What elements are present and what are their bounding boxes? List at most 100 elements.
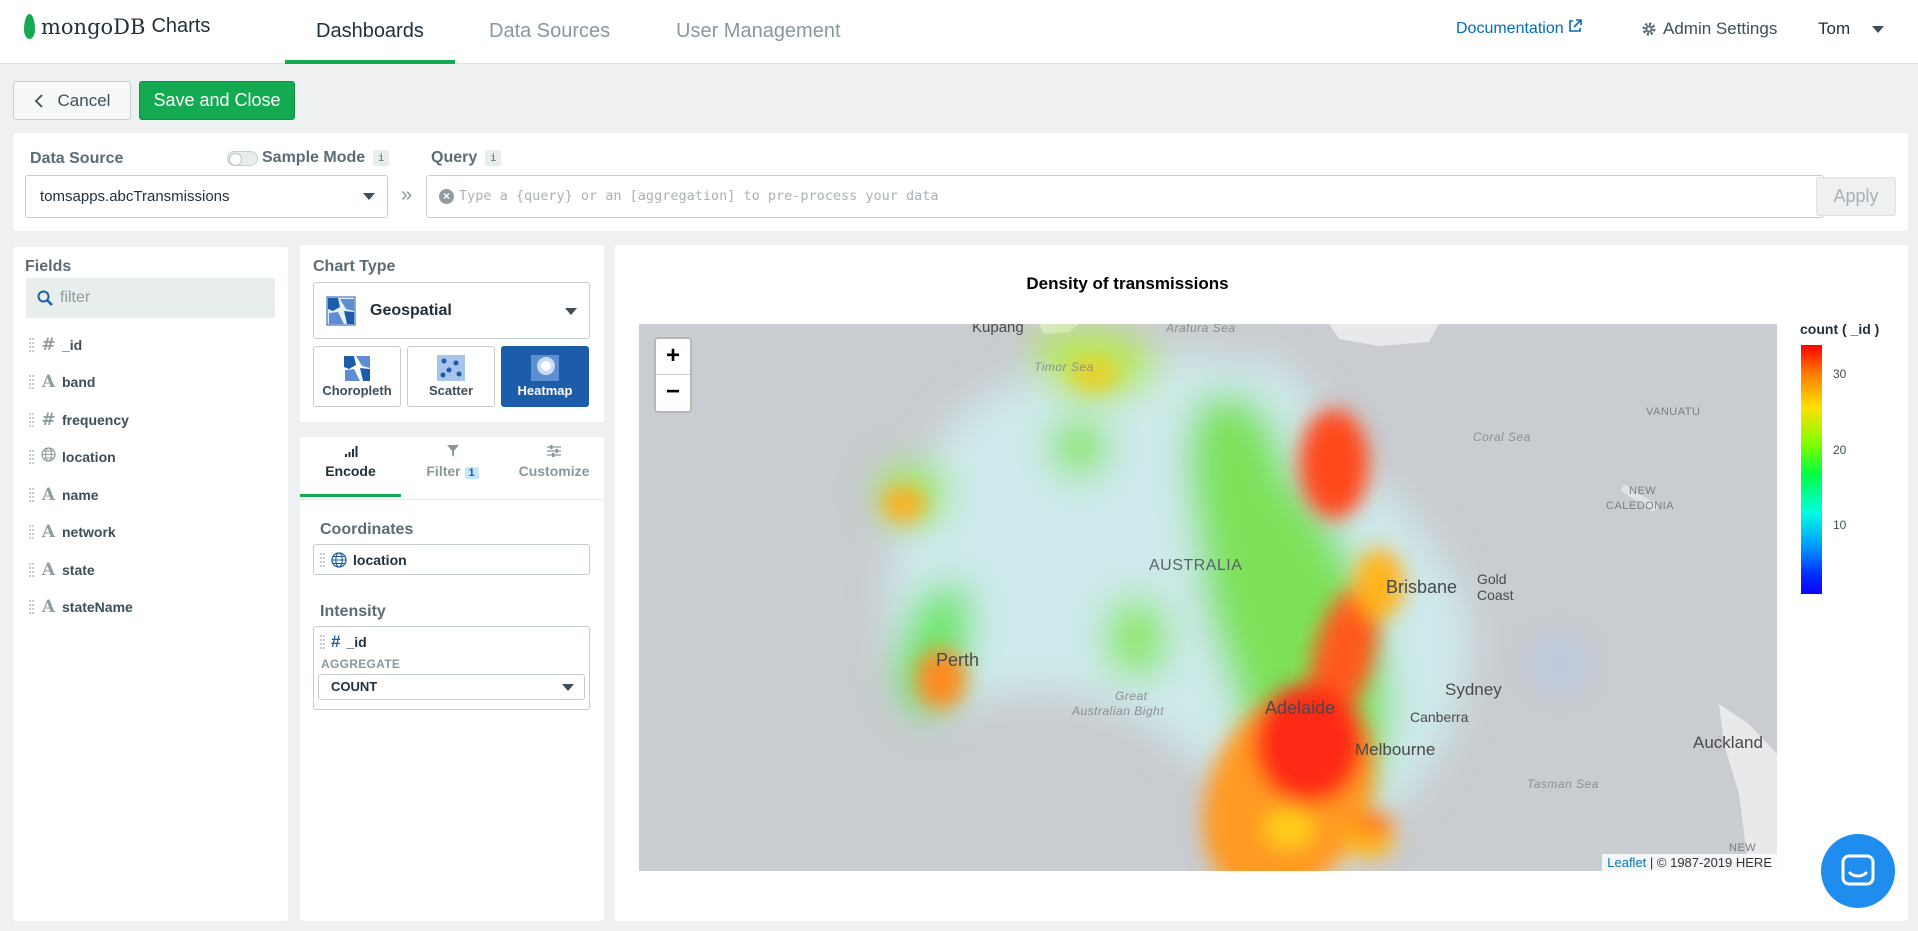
- heatmap-map[interactable]: Kupang Arafura Sea Timor Sea Coral Sea V…: [639, 324, 1777, 871]
- drag-handle-icon[interactable]: [29, 450, 34, 464]
- coordinates-label: Coordinates: [320, 521, 414, 538]
- drag-handle-icon[interactable]: [29, 563, 34, 577]
- aggregate-value: COUNT: [331, 679, 378, 694]
- map-label-brisbane: Brisbane: [1386, 577, 1458, 597]
- customize-label: Customize: [518, 463, 590, 479]
- intensity-channel[interactable]: # _id AGGREGATE COUNT: [313, 626, 590, 710]
- field-item[interactable]: Astate: [29, 559, 95, 581]
- drag-handle-icon[interactable]: [29, 413, 34, 427]
- drag-handle-icon[interactable]: [29, 600, 34, 614]
- documentation-link[interactable]: Documentation: [1456, 19, 1582, 38]
- map-label-australia: AUSTRALIA: [1149, 557, 1243, 574]
- encode-label: Encode: [325, 463, 376, 479]
- drag-handle-icon[interactable]: [29, 375, 34, 389]
- field-name: stateName: [62, 599, 133, 615]
- field-name: _id: [62, 337, 83, 353]
- drag-handle-icon[interactable]: [320, 552, 325, 567]
- field-name: network: [62, 524, 116, 540]
- attribution-text: | © 1987-2019 HERE: [1646, 855, 1772, 870]
- tab-dashboards[interactable]: Dashboards: [285, 0, 455, 64]
- documentation-label: Documentation: [1456, 20, 1564, 37]
- chat-icon: [1841, 854, 1875, 886]
- chat-launcher-button[interactable]: [1821, 834, 1895, 908]
- field-item[interactable]: # frequency: [29, 409, 129, 431]
- drag-handle-icon[interactable]: [29, 338, 34, 352]
- tab-user-management[interactable]: User Management: [645, 0, 872, 64]
- zoom-out-button[interactable]: −: [656, 375, 690, 411]
- field-item[interactable]: AstateName: [29, 596, 133, 618]
- legend-tick: 10: [1833, 518, 1847, 532]
- funnel-icon: [405, 445, 500, 463]
- drag-handle-icon[interactable]: [29, 525, 34, 539]
- sliders-icon: [504, 445, 604, 463]
- chevron-left-icon: [34, 93, 43, 108]
- field-item[interactable]: Aband: [29, 371, 95, 393]
- chart-type-select[interactable]: Geospatial: [313, 282, 590, 339]
- coordinates-field: location: [353, 551, 407, 568]
- tab-customize[interactable]: Customize: [504, 445, 604, 497]
- clear-query-icon[interactable]: ×: [439, 189, 454, 204]
- data-source-select[interactable]: tomsapps.abcTransmissions: [25, 175, 388, 218]
- apply-button[interactable]: Apply: [1816, 177, 1896, 216]
- field-item[interactable]: Aname: [29, 484, 99, 506]
- map-label-perth: Perth: [936, 650, 980, 670]
- chart-preview: Density of transmissions Kupang Arafura …: [615, 245, 1908, 921]
- scatter-button[interactable]: Scatter: [407, 346, 495, 407]
- tab-data-sources[interactable]: Data Sources: [458, 0, 641, 64]
- filter-placeholder: filter: [60, 289, 91, 306]
- number-type-icon: #: [331, 632, 341, 651]
- admin-settings-label: Admin Settings: [1663, 19, 1778, 38]
- cancel-button[interactable]: Cancel: [13, 81, 131, 120]
- drag-handle-icon[interactable]: [320, 635, 325, 649]
- gear-icon: [1642, 22, 1656, 36]
- choropleth-button[interactable]: Choropleth: [313, 346, 401, 407]
- sample-mode-toggle[interactable]: [227, 150, 258, 166]
- aggregate-select[interactable]: COUNT: [318, 674, 585, 700]
- field-item[interactable]: location: [29, 446, 116, 468]
- number-type-icon: #: [41, 335, 56, 355]
- query-input[interactable]: × Type a {query} or an [aggregation] to …: [426, 175, 1824, 218]
- data-source-panel: Data Source Sample Mode i Query i tomsap…: [13, 133, 1908, 231]
- chart-type-value: Geospatial: [370, 301, 452, 319]
- field-filter-input[interactable]: filter: [26, 278, 275, 318]
- mongodb-charts-logo[interactable]: mongoDB Charts: [24, 14, 210, 39]
- coordinates-channel[interactable]: location: [313, 544, 590, 575]
- tab-encode[interactable]: Encode: [300, 445, 401, 497]
- caret-down-icon: [565, 308, 577, 315]
- globe-icon: [331, 551, 347, 568]
- admin-settings-button[interactable]: Admin Settings: [1641, 19, 1777, 39]
- string-type-icon: A: [41, 597, 56, 617]
- sample-mode: Sample Mode i: [227, 149, 390, 167]
- top-nav: mongoDB Charts Dashboards Data Sources U…: [0, 0, 1918, 64]
- new-guinea-land: [1329, 324, 1439, 346]
- info-icon[interactable]: i: [485, 150, 502, 166]
- double-chevron-icon: »: [401, 184, 413, 206]
- map-label-auckland: Auckland: [1693, 733, 1763, 752]
- globe-icon: [40, 447, 57, 467]
- external-link-icon: [1569, 19, 1582, 32]
- cancel-label: Cancel: [57, 90, 111, 110]
- map-label-new-caledonia-1: NEW: [1629, 485, 1657, 497]
- query-placeholder: Type a {query} or an [aggregation] to pr…: [459, 188, 939, 204]
- info-icon[interactable]: i: [373, 150, 390, 166]
- map-label-canberra: Canberra: [1410, 709, 1469, 725]
- map-label-melbourne: Melbourne: [1355, 740, 1436, 759]
- tab-filter[interactable]: Filter 1: [405, 445, 500, 497]
- choropleth-icon: [314, 353, 400, 383]
- caret-down-icon: [1872, 25, 1885, 33]
- leaflet-link[interactable]: Leaflet: [1607, 855, 1646, 870]
- save-and-close-button[interactable]: Save and Close: [139, 81, 295, 120]
- legend-tick: 20: [1833, 443, 1847, 457]
- field-name: state: [62, 562, 95, 578]
- map-label-adelaide: Adelaide: [1265, 698, 1336, 718]
- field-item[interactable]: Anetwork: [29, 521, 116, 543]
- user-menu[interactable]: Tom: [1818, 19, 1885, 39]
- chart-type-label: Chart Type: [313, 258, 396, 275]
- drag-handle-icon[interactable]: [29, 488, 34, 502]
- caret-down-icon: [363, 193, 375, 200]
- map-label-timor-sea: Timor Sea: [1034, 360, 1094, 374]
- fields-title: Fields: [25, 258, 72, 275]
- field-item[interactable]: # _id: [29, 334, 82, 356]
- zoom-in-button[interactable]: +: [656, 339, 690, 375]
- heatmap-button[interactable]: Heatmap: [501, 346, 589, 407]
